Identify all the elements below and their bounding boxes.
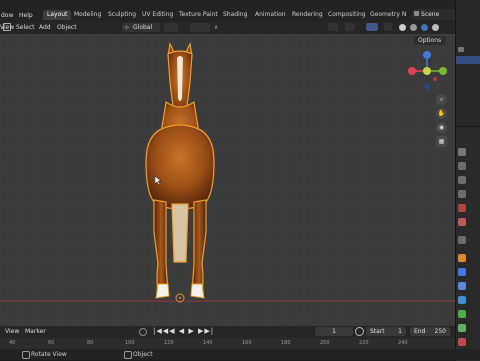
options-label: Options [418, 37, 442, 44]
material-shading-icon[interactable] [421, 24, 428, 31]
timeline-menu-view[interactable]: View [5, 328, 19, 335]
menu-object[interactable]: Object [57, 24, 77, 31]
pivot-dropdown[interactable] [164, 23, 178, 32]
overlays-icon[interactable] [366, 23, 378, 31]
render-props-icon[interactable] [458, 162, 466, 170]
tool-props-icon[interactable] [458, 148, 466, 156]
gizmo-icon[interactable] [345, 23, 355, 31]
orientation-dropdown[interactable]: ⊹ Global [122, 23, 160, 32]
scene-selector[interactable]: Scene [412, 9, 460, 20]
collection-icon [458, 47, 464, 52]
tab-compositing[interactable]: Compositing [324, 10, 370, 20]
menu-add[interactable]: Add [39, 24, 51, 31]
start-label: Start [370, 328, 385, 335]
output-props-icon[interactable] [458, 176, 466, 184]
playback-controls[interactable]: |◀◀◀ ◀ ▶ ▶▶| [153, 327, 214, 335]
ruler-tick: 140 [203, 340, 213, 346]
options-button[interactable]: Options [414, 36, 446, 45]
neg-z-axis-handle [424, 84, 430, 90]
ruler-tick: 40 [9, 340, 16, 346]
modifier-props-icon[interactable] [458, 268, 466, 276]
end-value: 250 [434, 328, 446, 335]
ruler-tick: 160 [242, 340, 252, 346]
camera-view-icon[interactable]: ◉ [436, 122, 447, 133]
mouse-cursor-icon [155, 176, 162, 186]
tab-rendering[interactable]: Rendering [288, 10, 327, 20]
orientation-label: Global [133, 24, 153, 31]
gizmo-center [423, 67, 431, 75]
constraint-props-icon[interactable] [458, 310, 466, 318]
top-menu-bar: dow Help Layout Modeling Sculpting UV Ed… [0, 0, 480, 22]
ruler-tick: 80 [87, 340, 94, 346]
status-mid-text: Object [133, 351, 153, 358]
scene-props-icon[interactable] [458, 204, 466, 212]
tab-modeling[interactable]: Modeling [70, 10, 105, 20]
data-props-icon[interactable] [458, 324, 466, 332]
end-label: End [414, 328, 426, 335]
mouse-icon [22, 351, 30, 359]
status-left-text: Rotate View [31, 351, 67, 358]
start-frame-field[interactable]: Start 1 [366, 327, 406, 336]
tab-layout[interactable]: Layout [43, 10, 72, 20]
solid-shading-icon[interactable] [410, 24, 417, 31]
pan-hand-icon[interactable]: ✋ [436, 108, 447, 119]
y-axis-handle [439, 67, 447, 75]
rendered-shading-icon[interactable] [432, 24, 439, 31]
collection-props-icon[interactable] [458, 236, 466, 244]
xray-icon[interactable] [384, 23, 392, 31]
tab-sculpting[interactable]: Sculpting [104, 10, 140, 20]
horse-model[interactable] [130, 42, 230, 307]
ruler-tick: 60 [48, 340, 55, 346]
auto-keying-icon[interactable] [139, 328, 147, 336]
menu-view[interactable]: View [0, 24, 14, 31]
proportional-edit-icon[interactable]: ∧ [214, 24, 218, 31]
menu-help[interactable]: Help [19, 12, 33, 19]
ruler-tick: 200 [320, 340, 330, 346]
ruler-tick: 120 [164, 340, 174, 346]
physics-props-icon[interactable] [458, 296, 466, 304]
outliner-selected-row[interactable] [456, 56, 480, 64]
clock-icon[interactable] [355, 327, 364, 336]
x-axis-handle [408, 67, 416, 75]
ruler-tick: 180 [281, 340, 291, 346]
tab-texture-paint[interactable]: Texture Paint [175, 10, 222, 20]
visibility-icon[interactable] [328, 23, 338, 31]
menu-select[interactable]: Select [16, 24, 35, 31]
3d-viewport[interactable]: Options ⌕ ✋ ◉ ▦ [0, 34, 455, 326]
timeline-ruler[interactable] [0, 338, 455, 349]
ruler-tick: 100 [125, 340, 135, 346]
view-layer-props-icon[interactable] [458, 190, 466, 198]
end-frame-field[interactable]: End 250 [410, 327, 450, 336]
tab-geometry-nodes[interactable]: Geometry N [366, 10, 410, 20]
ruler-tick: 220 [359, 340, 369, 346]
scene-label: Scene [421, 11, 440, 18]
snap-dropdown[interactable] [190, 23, 210, 32]
tab-shading[interactable]: Shading [219, 10, 251, 20]
navigation-gizmo[interactable] [404, 48, 452, 96]
mouse-icon [124, 351, 132, 359]
start-value: 1 [398, 328, 402, 335]
particles-props-icon[interactable] [458, 282, 466, 290]
tab-uv-editing[interactable]: UV Editing [138, 10, 177, 20]
menu-window[interactable]: dow [1, 12, 13, 19]
perspective-grid-icon[interactable]: ▦ [436, 136, 447, 147]
world-props-icon[interactable] [458, 218, 466, 226]
current-frame-field[interactable]: 1 [315, 327, 353, 336]
object-props-icon[interactable] [458, 254, 466, 262]
outliner-panel[interactable] [455, 0, 480, 126]
wireframe-shading-icon[interactable] [399, 24, 406, 31]
tab-animation[interactable]: Animation [251, 10, 290, 20]
status-bar [0, 349, 480, 360]
timeline-menu-marker[interactable]: Marker [25, 328, 46, 335]
ruler-tick: 240 [398, 340, 408, 346]
scene-icon [414, 11, 419, 16]
material-props-icon[interactable] [458, 338, 466, 346]
zoom-icon[interactable]: ⌕ [436, 94, 447, 105]
orientation-icon: ⊹ [124, 24, 130, 31]
z-axis-handle [423, 51, 431, 59]
